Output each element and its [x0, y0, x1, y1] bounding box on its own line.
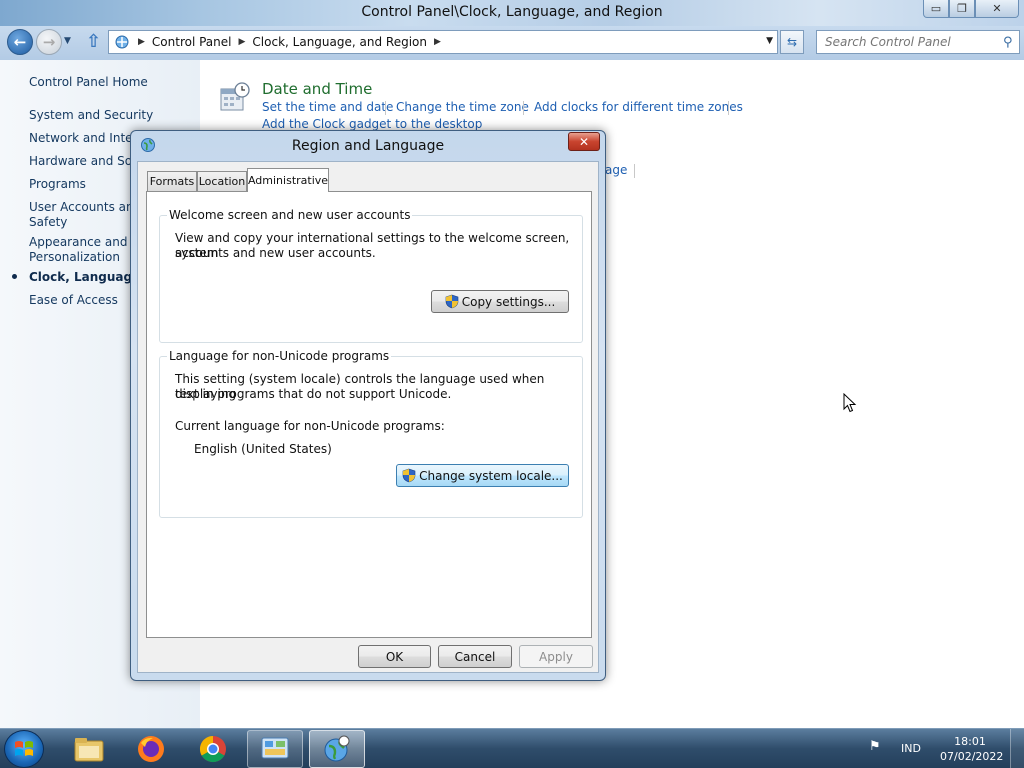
region-link-fragment[interactable]: age — [605, 163, 627, 177]
control-panel-icon — [261, 737, 289, 759]
taskbar-firefox[interactable] — [123, 730, 179, 768]
uac-shield-icon — [402, 468, 416, 483]
globe-clock-icon — [324, 735, 350, 762]
up-arrow-icon[interactable]: ⇧ — [86, 31, 101, 52]
set-time-date-link[interactable]: Set the time and date — [262, 100, 393, 114]
dialog-title: Region and Language — [291, 138, 445, 154]
language-indicator[interactable]: IND — [901, 742, 921, 755]
administrative-tab-panel: Welcome screen and new user accounts Vie… — [146, 191, 592, 638]
folder-icon — [74, 738, 104, 762]
search-icon[interactable]: ⚲ — [1003, 35, 1013, 50]
link-separator — [634, 164, 635, 178]
link-separator — [523, 101, 524, 115]
current-language-label: Current language for non-Unicode program… — [175, 419, 445, 433]
navigation-bar: ← → ▼ ⇧ ▶ Control Panel ▶ Clock, Languag… — [0, 26, 1024, 60]
breadcrumb-clock-language-region[interactable]: Clock, Language, and Region — [252, 35, 427, 49]
taskbar: ⚑ IND 18:01 07/02/2022 — [0, 728, 1024, 768]
uac-shield-icon — [445, 294, 459, 309]
taskbar-chrome[interactable] — [185, 730, 241, 768]
ok-button[interactable]: OK — [358, 645, 431, 668]
change-system-locale-button[interactable]: Change system locale... — [396, 464, 569, 487]
chevron-right-icon[interactable]: ▶ — [434, 37, 441, 47]
back-button[interactable]: ← — [7, 29, 33, 55]
window-title: Control Panel\Clock, Language, and Regio… — [361, 4, 663, 20]
welcome-screen-group: Welcome screen and new user accounts Vie… — [159, 208, 583, 343]
maximize-button[interactable]: ❐ — [949, 0, 975, 18]
arrow-left-icon: ← — [13, 33, 27, 51]
copy-settings-label: Copy settings... — [461, 294, 556, 309]
address-dropdown-icon[interactable]: ▼ — [766, 36, 773, 46]
firefox-icon — [138, 736, 164, 762]
region-language-dialog: Region and Language ✕ Formats Location A… — [130, 130, 606, 681]
close-window-button[interactable]: ✕ — [975, 0, 1019, 18]
add-clock-gadget-link[interactable]: Add the Clock gadget to the desktop — [262, 117, 482, 131]
breadcrumb-control-panel[interactable]: Control Panel — [152, 35, 232, 49]
control-panel-icon — [113, 34, 131, 50]
nav-appearance[interactable]: Appearance and — [29, 235, 127, 250]
current-language-value: English (United States) — [194, 442, 332, 456]
cancel-button[interactable]: Cancel — [438, 645, 512, 668]
nav-network-and-internet[interactable]: Network and Intern — [29, 131, 145, 146]
chevron-right-icon[interactable]: ▶ — [239, 37, 246, 47]
start-button[interactable] — [4, 730, 44, 768]
mouse-cursor-icon — [843, 393, 857, 413]
active-item-bullet — [12, 274, 17, 279]
system-clock[interactable]: 18:01 07/02/2022 — [940, 734, 1004, 764]
nav-ease-of-access[interactable]: Ease of Access — [29, 293, 118, 308]
welcome-group-label: Welcome screen and new user accounts — [167, 208, 413, 222]
welcome-description-line2: accounts and new user accounts. — [175, 246, 376, 260]
system-locale-description-line2: text in programs that do not support Uni… — [175, 387, 452, 401]
arrow-right-icon: → — [42, 33, 56, 51]
refresh-button[interactable]: ⇆ — [780, 30, 804, 54]
apply-button[interactable]: Apply — [519, 645, 593, 668]
search-input[interactable] — [825, 35, 1003, 49]
recent-pages-dropdown[interactable]: ▼ — [64, 36, 71, 46]
chevron-right-icon[interactable]: ▶ — [138, 37, 145, 47]
refresh-icon: ⇆ — [786, 35, 798, 49]
clock-date: 07/02/2022 — [940, 750, 1004, 763]
chrome-icon — [199, 735, 226, 763]
link-separator — [385, 101, 386, 115]
nav-control-panel-home[interactable]: Control Panel Home — [29, 75, 148, 90]
windows-logo-icon — [15, 741, 33, 756]
clock-time: 18:01 — [954, 735, 986, 748]
nav-system-and-security[interactable]: System and Security — [29, 108, 153, 123]
change-time-zone-link[interactable]: Change the time zone — [396, 100, 529, 114]
search-box[interactable]: ⚲ — [816, 30, 1020, 54]
nav-user-accounts-line2[interactable]: Safety — [29, 215, 67, 230]
tab-location[interactable]: Location — [197, 171, 247, 191]
add-clocks-link[interactable]: Add clocks for different time zones — [534, 100, 743, 114]
nav-appearance-line2[interactable]: Personalization — [29, 250, 120, 265]
dialog-close-button[interactable]: ✕ — [568, 132, 600, 151]
taskbar-control-panel[interactable] — [247, 730, 303, 768]
show-desktop-button[interactable] — [1010, 729, 1024, 768]
minimize-button[interactable]: ▭ — [923, 0, 949, 18]
dialog-client-area: Formats Location Administrative Welcome … — [137, 161, 599, 673]
tab-administrative[interactable]: Administrative — [247, 168, 329, 192]
tab-formats[interactable]: Formats — [147, 171, 197, 191]
taskbar-explorer[interactable] — [61, 730, 117, 768]
non-unicode-group-label: Language for non-Unicode programs — [167, 349, 392, 363]
window-titlebar: Control Panel\Clock, Language, and Regio… — [0, 0, 1024, 26]
action-center-flag-icon[interactable]: ⚑ — [869, 739, 881, 754]
address-bar[interactable]: ▶ Control Panel ▶ Clock, Language, and R… — [108, 30, 778, 54]
non-unicode-group: Language for non-Unicode programs This s… — [159, 349, 583, 518]
date-time-heading[interactable]: Date and Time — [262, 80, 372, 98]
forward-button[interactable]: → — [36, 29, 62, 55]
link-separator — [728, 101, 729, 115]
date-time-icon — [220, 82, 250, 111]
change-system-locale-label: Change system locale... — [419, 468, 563, 483]
taskbar-region-language[interactable] — [309, 730, 365, 768]
copy-settings-button[interactable]: Copy settings... — [431, 290, 569, 313]
nav-programs[interactable]: Programs — [29, 177, 86, 192]
nav-user-accounts[interactable]: User Accounts and — [29, 200, 141, 215]
